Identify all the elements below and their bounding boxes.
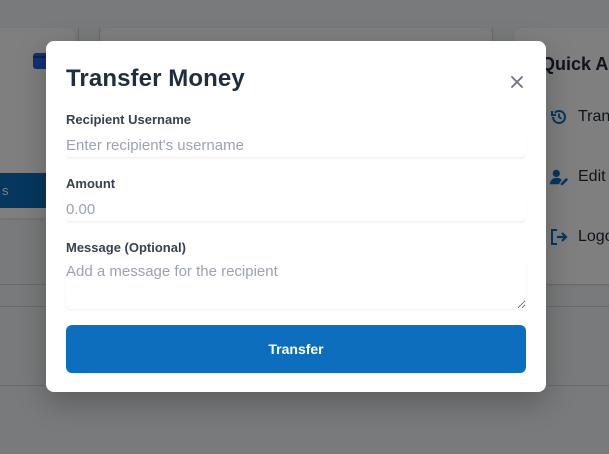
close-button[interactable]	[508, 72, 526, 92]
transfer-money-modal: Transfer Money Recipient Username Amount…	[46, 41, 546, 392]
amount-input[interactable]	[66, 198, 526, 222]
message-label: Message (Optional)	[66, 240, 186, 255]
recipient-username-input[interactable]	[66, 134, 526, 158]
transfer-button[interactable]: Transfer	[66, 325, 526, 373]
close-icon	[511, 71, 523, 93]
message-textarea[interactable]	[66, 262, 526, 309]
amount-label: Amount	[66, 176, 116, 191]
modal-title: Transfer Money	[66, 65, 245, 92]
recipient-label: Recipient Username	[66, 112, 191, 127]
